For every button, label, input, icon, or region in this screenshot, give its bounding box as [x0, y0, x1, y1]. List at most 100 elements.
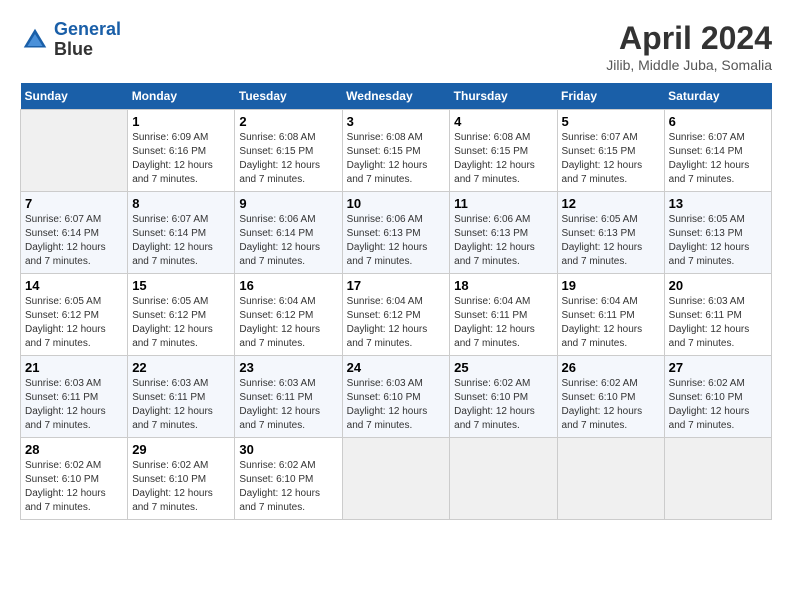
calendar-cell: 10 Sunrise: 6:06 AM Sunset: 6:13 PM Dayli… [342, 192, 450, 274]
calendar-week-3: 14 Sunrise: 6:05 AM Sunset: 6:12 PM Dayli… [21, 274, 772, 356]
calendar-cell [21, 110, 128, 192]
day-number: 29 [132, 442, 230, 457]
day-info: Sunrise: 6:02 AM Sunset: 6:10 PM Dayligh… [669, 377, 767, 433]
day-info: Sunrise: 6:04 AM Sunset: 6:11 PM Dayligh… [562, 295, 660, 351]
day-number: 26 [562, 360, 660, 375]
header-row: Sunday Monday Tuesday Wednesday Thursday… [21, 83, 772, 110]
logo-icon [20, 25, 50, 55]
col-monday: Monday [128, 83, 235, 110]
calendar-cell: 14 Sunrise: 6:05 AM Sunset: 6:12 PM Dayli… [21, 274, 128, 356]
day-info: Sunrise: 6:08 AM Sunset: 6:15 PM Dayligh… [454, 131, 552, 187]
day-info: Sunrise: 6:08 AM Sunset: 6:15 PM Dayligh… [239, 131, 337, 187]
calendar-table: Sunday Monday Tuesday Wednesday Thursday… [20, 83, 772, 520]
day-number: 25 [454, 360, 552, 375]
day-number: 2 [239, 114, 337, 129]
day-info: Sunrise: 6:02 AM Sunset: 6:10 PM Dayligh… [25, 459, 123, 515]
day-number: 14 [25, 278, 123, 293]
calendar-cell: 30Sunrise: 6:02 AM Sunset: 6:10 PM Dayli… [235, 438, 342, 520]
calendar-cell: 3 Sunrise: 6:08 AM Sunset: 6:15 PM Daylig… [342, 110, 450, 192]
calendar-cell: 5Sunrise: 6:07 AM Sunset: 6:15 PM Daylig… [557, 110, 664, 192]
day-info: Sunrise: 6:07 AM Sunset: 6:15 PM Dayligh… [562, 131, 660, 187]
day-info: Sunrise: 6:02 AM Sunset: 6:10 PM Dayligh… [562, 377, 660, 433]
day-info: Sunrise: 6:05 AM Sunset: 6:12 PM Dayligh… [25, 295, 123, 351]
day-number: 12 [562, 196, 660, 211]
col-wednesday: Wednesday [342, 83, 450, 110]
day-info: Sunrise: 6:04 AM Sunset: 6:12 PM Dayligh… [239, 295, 337, 351]
page-header: General Blue April 2024 Jilib, Middle Ju… [20, 20, 772, 73]
col-friday: Friday [557, 83, 664, 110]
calendar-cell: 9 Sunrise: 6:06 AM Sunset: 6:14 PM Daylig… [235, 192, 342, 274]
calendar-cell [450, 438, 557, 520]
col-saturday: Saturday [664, 83, 771, 110]
day-number: 8 [132, 196, 230, 211]
day-info: Sunrise: 6:08 AM Sunset: 6:15 PM Dayligh… [347, 131, 446, 187]
day-number: 11 [454, 196, 552, 211]
day-number: 18 [454, 278, 552, 293]
calendar-cell: 28 Sunrise: 6:02 AM Sunset: 6:10 PM Dayli… [21, 438, 128, 520]
calendar-week-2: 7Sunrise: 6:07 AM Sunset: 6:14 PM Daylig… [21, 192, 772, 274]
day-number: 27 [669, 360, 767, 375]
day-info: Sunrise: 6:03 AM Sunset: 6:10 PM Dayligh… [347, 377, 446, 433]
title-block: April 2024 Jilib, Middle Juba, Somalia [606, 20, 772, 73]
day-info: Sunrise: 6:04 AM Sunset: 6:12 PM Dayligh… [347, 295, 446, 351]
day-info: Sunrise: 6:06 AM Sunset: 6:13 PM Dayligh… [454, 213, 552, 269]
calendar-week-1: 1 Sunrise: 6:09 AM Sunset: 6:16 PM Daylig… [21, 110, 772, 192]
day-number: 9 [239, 196, 337, 211]
day-number: 28 [25, 442, 123, 457]
calendar-cell [664, 438, 771, 520]
day-number: 20 [669, 278, 767, 293]
day-number: 13 [669, 196, 767, 211]
calendar-cell: 12 Sunrise: 6:05 AM Sunset: 6:13 PM Dayli… [557, 192, 664, 274]
calendar-cell: 17 Sunrise: 6:04 AM Sunset: 6:12 PM Dayli… [342, 274, 450, 356]
day-number: 23 [239, 360, 337, 375]
logo-line2: Blue [54, 40, 121, 60]
calendar-cell: 2 Sunrise: 6:08 AM Sunset: 6:15 PM Daylig… [235, 110, 342, 192]
day-number: 22 [132, 360, 230, 375]
col-sunday: Sunday [21, 83, 128, 110]
day-number: 30 [239, 442, 337, 457]
logo-line1: General [54, 19, 121, 39]
logo: General Blue [20, 20, 121, 60]
calendar-cell [342, 438, 450, 520]
calendar-cell: 4Sunrise: 6:08 AM Sunset: 6:15 PM Daylig… [450, 110, 557, 192]
day-number: 19 [562, 278, 660, 293]
day-info: Sunrise: 6:02 AM Sunset: 6:10 PM Dayligh… [132, 459, 230, 515]
day-info: Sunrise: 6:07 AM Sunset: 6:14 PM Dayligh… [25, 213, 123, 269]
day-number: 17 [347, 278, 446, 293]
col-tuesday: Tuesday [235, 83, 342, 110]
calendar-cell: 26 Sunrise: 6:02 AM Sunset: 6:10 PM Dayli… [557, 356, 664, 438]
day-number: 1 [132, 114, 230, 129]
day-number: 15 [132, 278, 230, 293]
calendar-cell: 25Sunrise: 6:02 AM Sunset: 6:10 PM Dayli… [450, 356, 557, 438]
day-info: Sunrise: 6:09 AM Sunset: 6:16 PM Dayligh… [132, 131, 230, 187]
col-thursday: Thursday [450, 83, 557, 110]
logo-text: General Blue [54, 20, 121, 60]
day-info: Sunrise: 6:06 AM Sunset: 6:14 PM Dayligh… [239, 213, 337, 269]
calendar-cell: 29 Sunrise: 6:02 AM Sunset: 6:10 PM Dayli… [128, 438, 235, 520]
day-number: 21 [25, 360, 123, 375]
calendar-cell: 1 Sunrise: 6:09 AM Sunset: 6:16 PM Daylig… [128, 110, 235, 192]
calendar-week-5: 28 Sunrise: 6:02 AM Sunset: 6:10 PM Dayli… [21, 438, 772, 520]
day-number: 10 [347, 196, 446, 211]
calendar-cell: 11 Sunrise: 6:06 AM Sunset: 6:13 PM Dayli… [450, 192, 557, 274]
day-info: Sunrise: 6:06 AM Sunset: 6:13 PM Dayligh… [347, 213, 446, 269]
calendar-cell: 16 Sunrise: 6:04 AM Sunset: 6:12 PM Dayli… [235, 274, 342, 356]
calendar-cell: 18 Sunrise: 6:04 AM Sunset: 6:11 PM Dayli… [450, 274, 557, 356]
calendar-cell: 22Sunrise: 6:03 AM Sunset: 6:11 PM Dayli… [128, 356, 235, 438]
day-info: Sunrise: 6:05 AM Sunset: 6:13 PM Dayligh… [562, 213, 660, 269]
day-info: Sunrise: 6:07 AM Sunset: 6:14 PM Dayligh… [132, 213, 230, 269]
calendar-cell: 8 Sunrise: 6:07 AM Sunset: 6:14 PM Daylig… [128, 192, 235, 274]
calendar-cell: 19 Sunrise: 6:04 AM Sunset: 6:11 PM Dayli… [557, 274, 664, 356]
calendar-cell: 6Sunrise: 6:07 AM Sunset: 6:14 PM Daylig… [664, 110, 771, 192]
day-info: Sunrise: 6:03 AM Sunset: 6:11 PM Dayligh… [239, 377, 337, 433]
day-info: Sunrise: 6:03 AM Sunset: 6:11 PM Dayligh… [669, 295, 767, 351]
day-number: 3 [347, 114, 446, 129]
day-number: 16 [239, 278, 337, 293]
month-title: April 2024 [606, 20, 772, 57]
day-info: Sunrise: 6:07 AM Sunset: 6:14 PM Dayligh… [669, 131, 767, 187]
calendar-cell: 21 Sunrise: 6:03 AM Sunset: 6:11 PM Dayli… [21, 356, 128, 438]
day-info: Sunrise: 6:04 AM Sunset: 6:11 PM Dayligh… [454, 295, 552, 351]
calendar-body: 1 Sunrise: 6:09 AM Sunset: 6:16 PM Daylig… [21, 110, 772, 520]
day-number: 24 [347, 360, 446, 375]
day-info: Sunrise: 6:03 AM Sunset: 6:11 PM Dayligh… [25, 377, 123, 433]
